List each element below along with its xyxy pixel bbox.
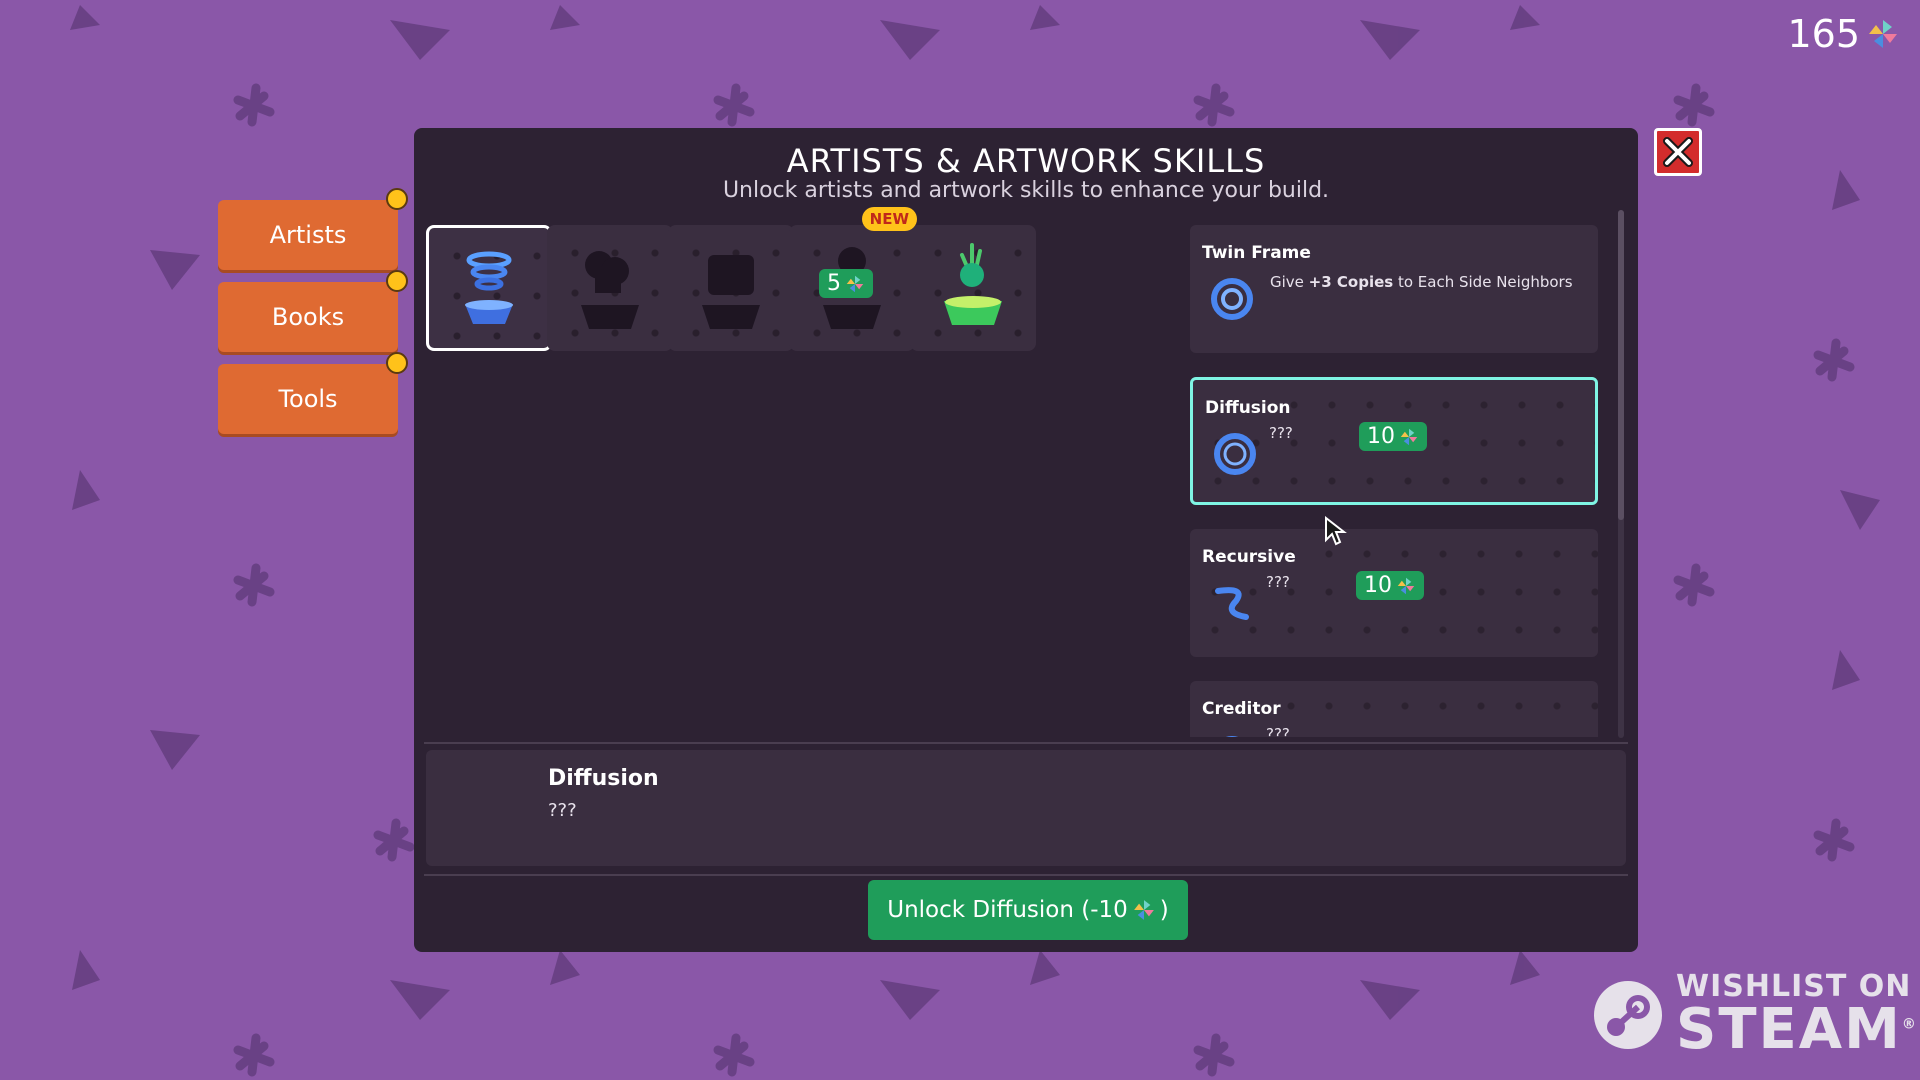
- category-tabs: Artists Books Tools: [218, 188, 408, 446]
- artist-slot-4[interactable]: 5: [789, 225, 915, 351]
- detail-title: Diffusion: [548, 766, 659, 791]
- mouse-cursor-icon: [1325, 516, 1347, 546]
- scrollbar-thumb[interactable]: [1618, 210, 1624, 520]
- creditor-icon: [1225, 736, 1239, 737]
- artist-slot-2[interactable]: [547, 225, 673, 351]
- diffusion-ring-icon: [1214, 433, 1256, 475]
- skill-desc-prefix: Give: [1270, 273, 1309, 291]
- skill-desc-suffix: to Each Side Neighbors: [1393, 273, 1573, 291]
- recursive-swirl-icon: [1215, 587, 1249, 620]
- new-badge: NEW: [861, 207, 917, 231]
- steam-badge-word: STEAM: [1676, 997, 1902, 1062]
- twin-ring-icon: [1211, 278, 1253, 320]
- skill-name: Recursive: [1202, 547, 1296, 567]
- pinwheel-icon: [1133, 900, 1154, 920]
- panel-subtitle: Unlock artists and artwork skills to enh…: [722, 178, 1330, 203]
- pinwheel-icon: [1397, 577, 1415, 594]
- notification-dot: [386, 188, 408, 210]
- pinwheel-icon: [846, 275, 864, 292]
- unlock-button[interactable]: Unlock Diffusion (-10 ): [868, 880, 1188, 940]
- divider: [424, 874, 1628, 876]
- skill-description: Give +3 Copies to Each Side Neighbors: [1270, 273, 1573, 291]
- tab-books[interactable]: Books: [218, 270, 408, 352]
- notification-dot: [386, 270, 408, 292]
- pinwheel-icon: [1869, 20, 1897, 48]
- skill-detail-panel: Diffusion ???: [426, 750, 1626, 866]
- skill-list: Twin Frame Give +3 Copies to Each Side N…: [1190, 225, 1598, 737]
- unlock-button-label: Unlock Diffusion (-10: [887, 897, 1128, 923]
- artist-slot-4-wrapper: 5 NEW: [789, 207, 917, 351]
- skill-name: Twin Frame: [1202, 243, 1311, 263]
- skill-name: Creditor: [1202, 699, 1281, 719]
- tab-books-label: Books: [271, 303, 345, 331]
- steam-logo-icon: [1594, 981, 1662, 1049]
- close-button[interactable]: [1654, 128, 1702, 176]
- skill-card-creditor[interactable]: Creditor ???: [1190, 681, 1598, 737]
- green-plant-artist-icon: [944, 243, 1002, 325]
- panel-title: ARTISTS & ARTWORK SKILLS: [786, 142, 1266, 180]
- artist-price: 5: [827, 271, 841, 296]
- tab-artists-label: Artists: [269, 221, 347, 249]
- currency-amount: 165: [1787, 12, 1860, 56]
- tab-tools[interactable]: Tools: [218, 352, 408, 434]
- artist-slot-5[interactable]: [910, 225, 1036, 351]
- artist-slot-3[interactable]: [668, 225, 794, 351]
- skill-description: ???: [1266, 573, 1290, 591]
- divider: [424, 742, 1628, 744]
- skill-list-scrollbar[interactable]: [1618, 210, 1624, 738]
- pinwheel-icon: [1400, 428, 1418, 445]
- skill-price-badge: 10: [1356, 571, 1424, 600]
- notification-dot: [386, 352, 408, 374]
- registered-mark: ®: [1901, 1016, 1918, 1033]
- tab-tools-label: Tools: [278, 385, 338, 413]
- skills-panel: ARTISTS & ARTWORK SKILLS Unlock artists …: [414, 128, 1638, 952]
- skill-desc-bold: +3 Copies: [1308, 273, 1394, 291]
- skill-card-diffusion[interactable]: Diffusion ??? 10: [1190, 377, 1598, 505]
- skill-description: ???: [1269, 424, 1293, 442]
- skill-card-twin-frame[interactable]: Twin Frame Give +3 Copies to Each Side N…: [1190, 225, 1598, 353]
- detail-description: ???: [548, 800, 577, 821]
- steam-badge-line2: STEAM®: [1676, 1002, 1918, 1058]
- unlock-button-close-paren: ): [1159, 897, 1169, 923]
- skill-price-badge: 10: [1359, 422, 1427, 451]
- skill-price: 10: [1367, 424, 1395, 449]
- artist-slot-1[interactable]: [426, 225, 552, 351]
- skill-description: ???: [1266, 725, 1290, 737]
- skill-price: 10: [1364, 573, 1392, 598]
- close-icon: [1663, 137, 1693, 167]
- skill-card-recursive[interactable]: Recursive ??? 10: [1190, 529, 1598, 657]
- artist-price-badge: 5: [819, 269, 873, 298]
- artist-silhouette-icon: [702, 255, 760, 329]
- tab-artists[interactable]: Artists: [218, 188, 408, 270]
- skill-name: Diffusion: [1205, 398, 1291, 418]
- blue-tornado-artist-icon: [465, 251, 513, 324]
- wishlist-steam-badge[interactable]: WISHLIST ON STEAM®: [1590, 972, 1918, 1058]
- currency-display: 165: [1787, 12, 1900, 56]
- artist-silhouette-icon: [581, 251, 639, 329]
